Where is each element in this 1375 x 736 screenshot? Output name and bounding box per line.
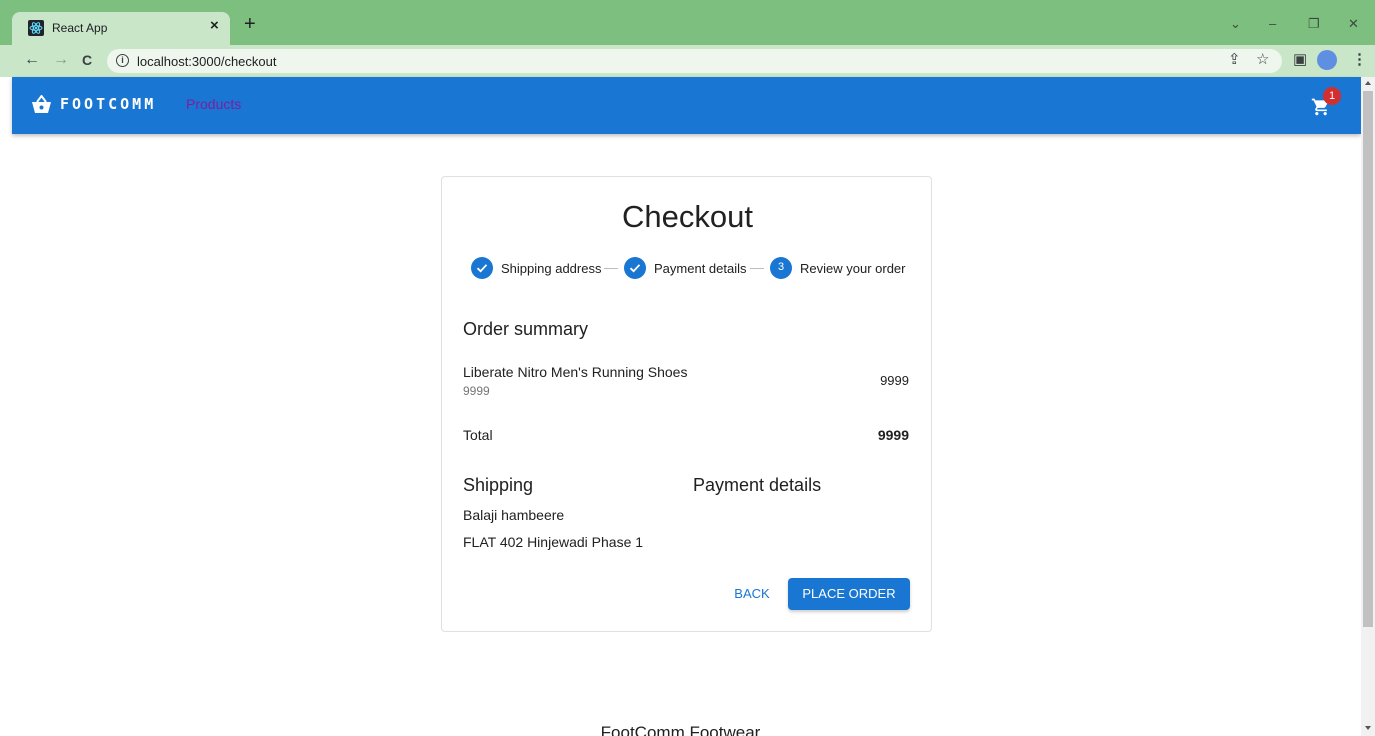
app-bar: FOOTCOMM Products 1 bbox=[12, 77, 1361, 134]
address-bar[interactable]: i localhost:3000/checkout bbox=[107, 49, 1282, 73]
share-icon[interactable]: ⇪ bbox=[1228, 51, 1241, 69]
shipping-name: Balaji hambeere bbox=[463, 507, 565, 523]
react-icon bbox=[28, 20, 44, 36]
bookmark-star-icon[interactable]: ☆ bbox=[1256, 51, 1269, 69]
item-name: Liberate Nitro Men's Running Shoes bbox=[463, 364, 688, 380]
tab-search-icon[interactable]: ⌄ bbox=[1230, 16, 1241, 32]
restore-icon[interactable]: ❐ bbox=[1308, 16, 1320, 32]
scroll-down-arrow-icon[interactable] bbox=[1365, 726, 1371, 730]
window-close-icon[interactable]: ✕ bbox=[1348, 16, 1359, 32]
step-label: Review your order bbox=[800, 261, 906, 276]
shipping-address: FLAT 402 Hinjewadi Phase 1 bbox=[463, 534, 644, 550]
total-value: 9999 bbox=[877, 427, 909, 443]
total-label: Total bbox=[463, 427, 493, 443]
profile-avatar[interactable] bbox=[1317, 50, 1337, 70]
info-icon[interactable]: i bbox=[116, 54, 129, 67]
browser-tabstrip: React App × + ⌄ – ❐ ✕ bbox=[0, 0, 1375, 45]
cart-button[interactable]: 1 bbox=[1311, 87, 1345, 119]
page-title: Checkout bbox=[622, 199, 753, 234]
side-panel-icon[interactable]: ▣ bbox=[1293, 51, 1307, 69]
scroll-up-arrow-icon[interactable] bbox=[1365, 81, 1371, 85]
step-number: 3 bbox=[777, 261, 785, 273]
back-arrow-icon[interactable]: ← bbox=[24, 51, 40, 69]
browser-menu-icon[interactable]: ⋮ bbox=[1352, 51, 1367, 69]
page-scrollbar[interactable] bbox=[1361, 77, 1375, 736]
step-label: Shipping address bbox=[501, 261, 602, 276]
item-subtitle: 9999 bbox=[463, 384, 490, 398]
step-connector bbox=[604, 268, 618, 269]
step-number-circle: 3 bbox=[770, 257, 792, 279]
check-circle-icon bbox=[624, 257, 646, 279]
shopping-basket-icon bbox=[31, 94, 52, 114]
item-price: 9999 bbox=[880, 373, 909, 388]
place-order-button[interactable]: PLACE ORDER bbox=[788, 578, 910, 610]
checkout-card: Checkout Shipping address Payment detail… bbox=[441, 176, 932, 632]
step-label: Payment details bbox=[654, 261, 747, 276]
minimize-icon[interactable]: – bbox=[1269, 16, 1276, 31]
brand-logo[interactable]: FOOTCOMM bbox=[60, 95, 156, 113]
order-summary-heading: Order summary bbox=[463, 319, 589, 339]
url-text[interactable]: localhost:3000/checkout bbox=[137, 54, 276, 69]
tab-close-icon[interactable]: × bbox=[210, 17, 219, 34]
browser-tab[interactable]: React App × bbox=[12, 12, 230, 45]
browser-toolbar: ← → C i localhost:3000/checkout ⇪ ☆ ▣ ⋮ bbox=[0, 45, 1375, 77]
tab-title: React App bbox=[52, 21, 108, 35]
footer-text: FootComm Footwear bbox=[600, 723, 761, 736]
step-connector bbox=[750, 268, 764, 269]
reload-icon[interactable]: C bbox=[82, 51, 92, 69]
shipping-heading: Shipping bbox=[463, 475, 534, 495]
scrollbar-thumb[interactable] bbox=[1363, 91, 1373, 627]
back-button[interactable]: BACK bbox=[726, 578, 778, 610]
products-link[interactable]: Products bbox=[186, 96, 241, 112]
new-tab-button[interactable]: + bbox=[244, 14, 256, 34]
cart-count-badge: 1 bbox=[1323, 87, 1341, 105]
forward-arrow-icon[interactable]: → bbox=[53, 51, 69, 69]
payment-details-heading: Payment details bbox=[693, 475, 822, 495]
check-circle-icon bbox=[471, 257, 493, 279]
